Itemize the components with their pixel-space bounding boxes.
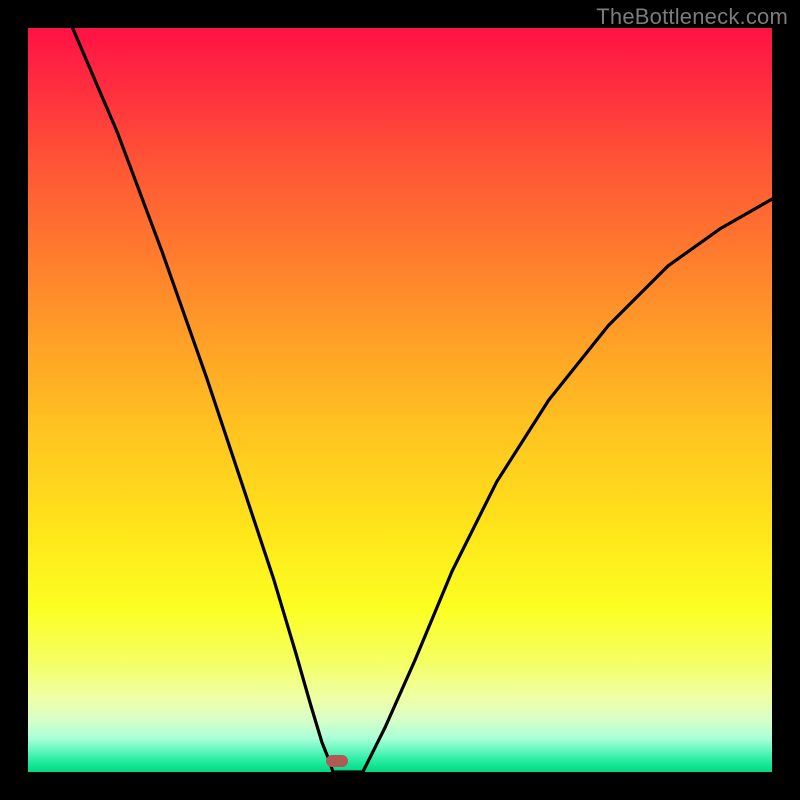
minimum-marker <box>326 755 348 767</box>
chart-frame: TheBottleneck.com <box>0 0 800 800</box>
bottleneck-curve <box>28 28 772 772</box>
watermark-text: TheBottleneck.com <box>596 4 788 30</box>
plot-area <box>28 28 772 772</box>
